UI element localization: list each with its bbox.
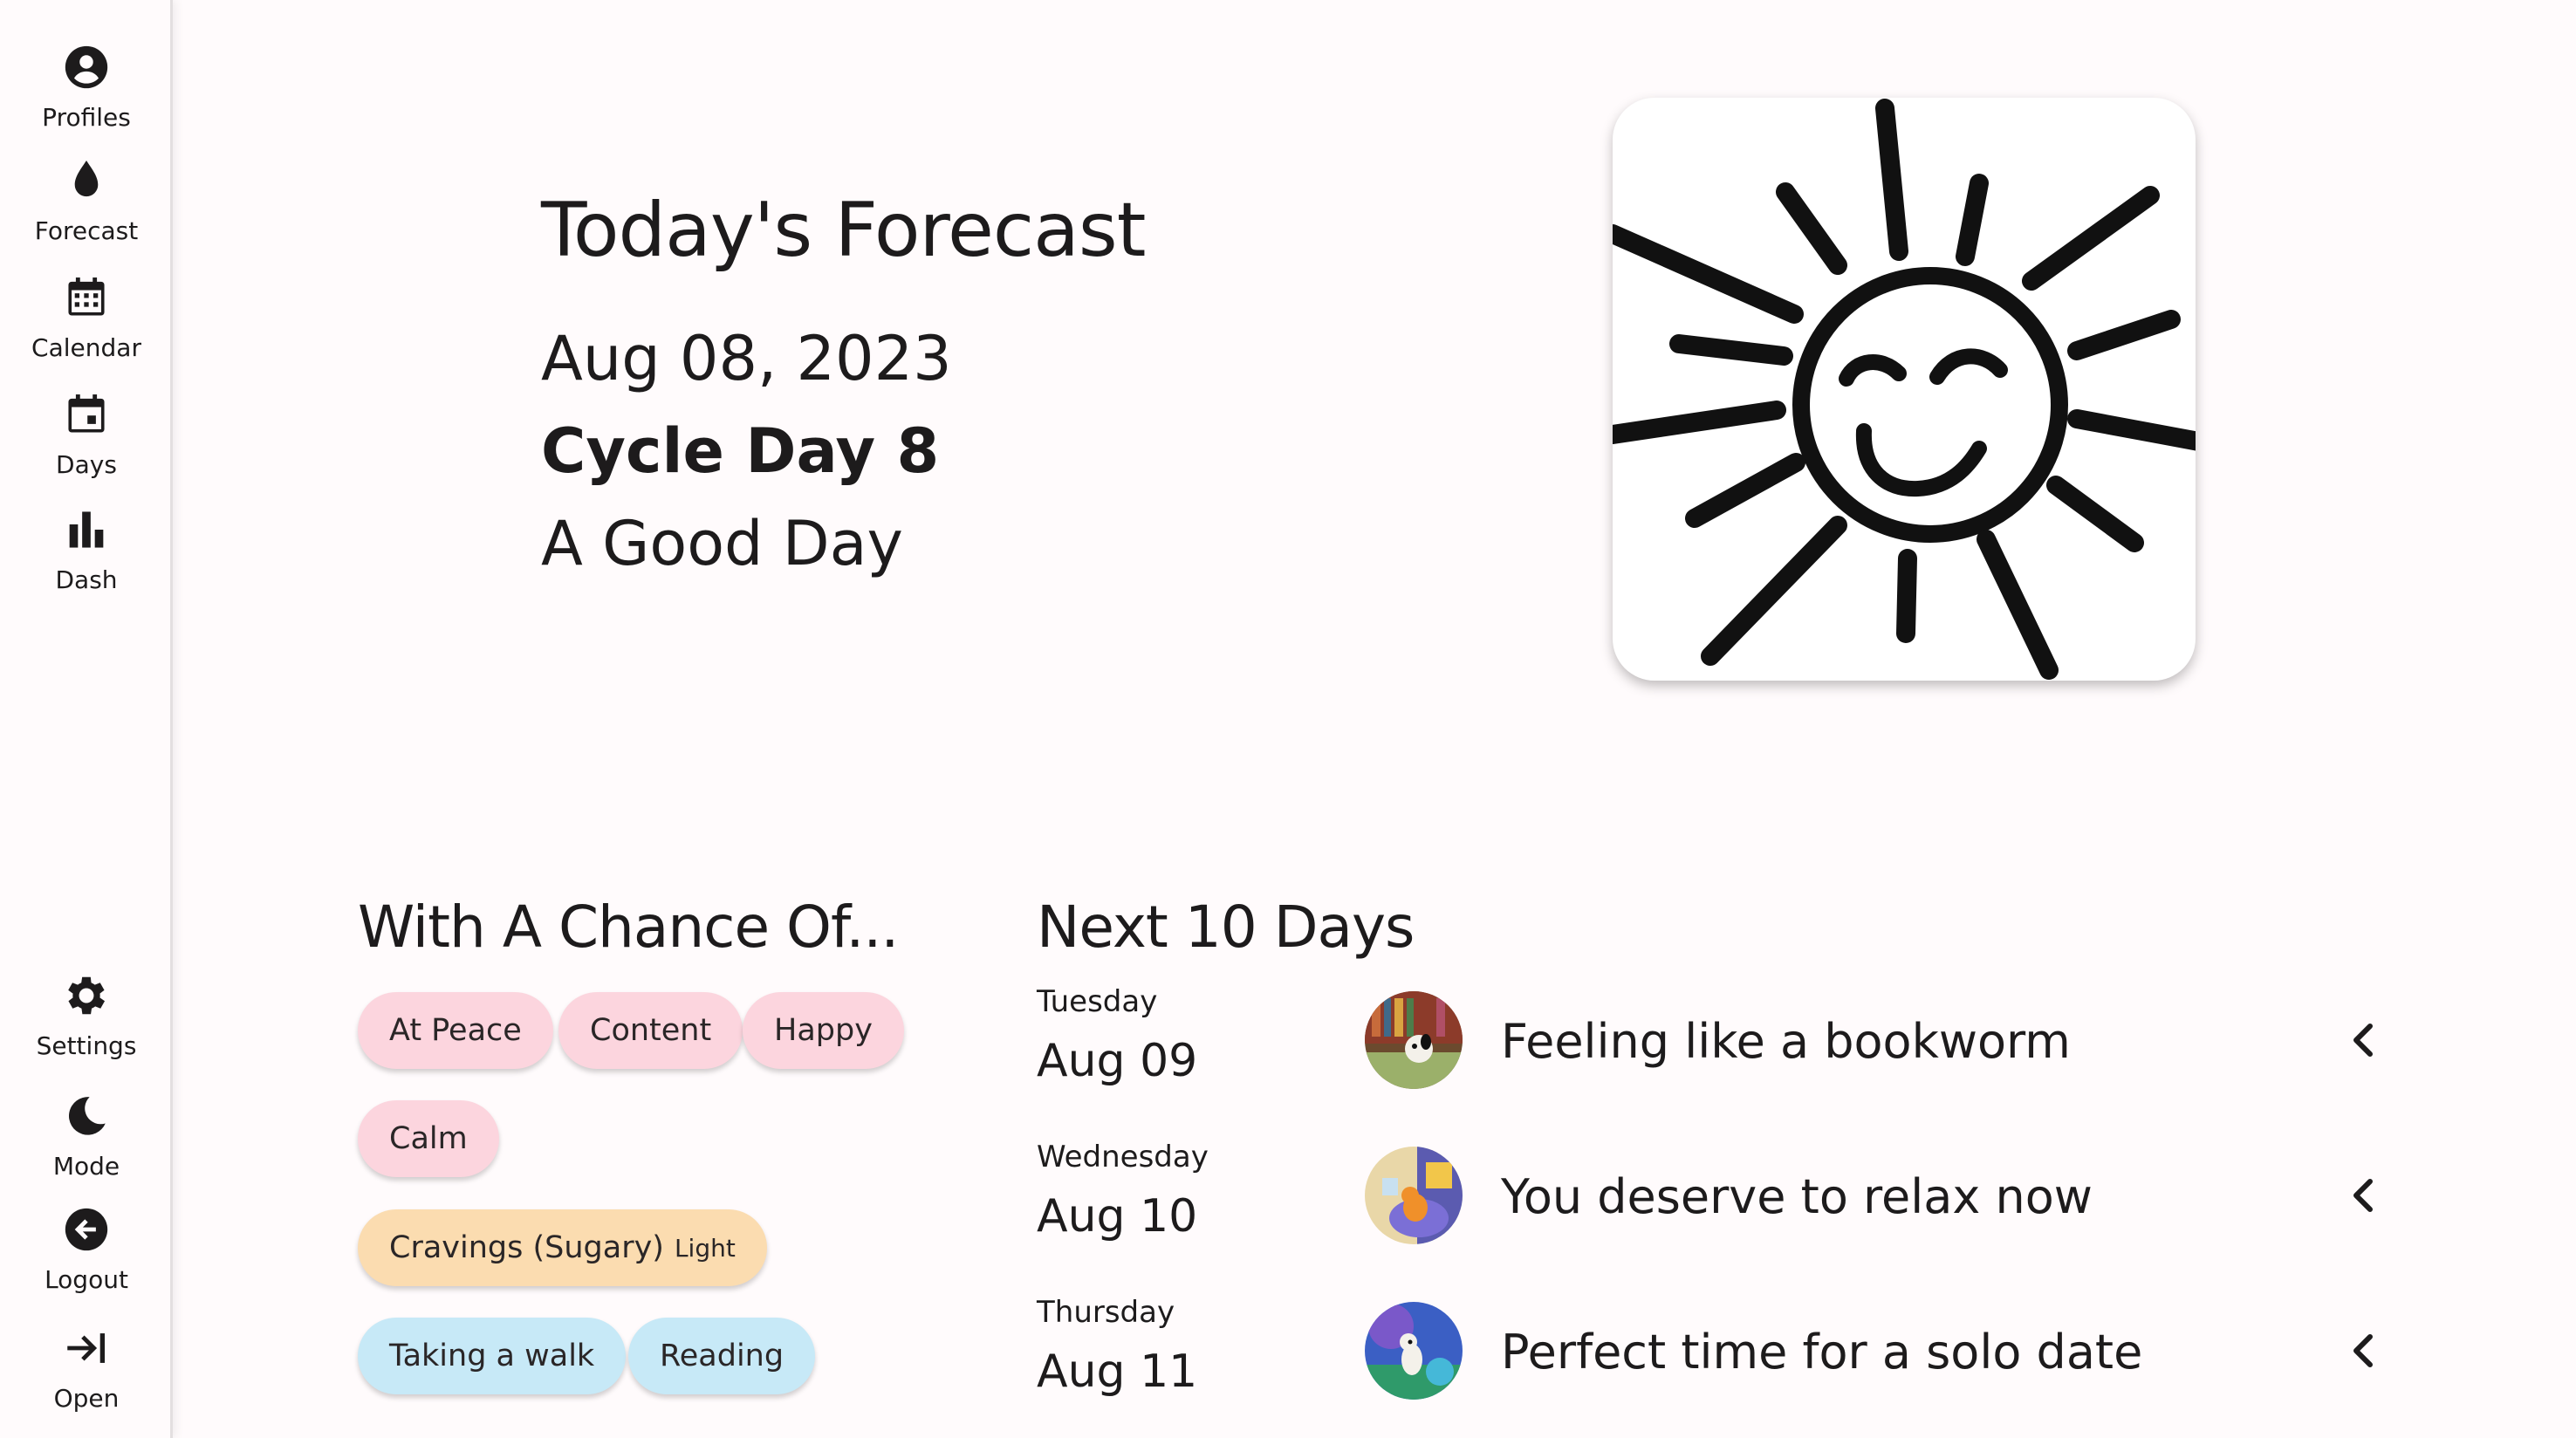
mood-chip[interactable]: Calm bbox=[358, 1100, 499, 1177]
calendar-day-icon bbox=[68, 394, 105, 433]
day-date: Aug 11 bbox=[1037, 1346, 1198, 1398]
day-message: Perfect time for a solo date bbox=[1501, 1325, 2143, 1380]
nav-label: Calendar bbox=[31, 333, 141, 362]
sidebar: Profiles Forecast Calendar Days Dash Set… bbox=[0, 0, 173, 1438]
day-message: You deserve to relax now bbox=[1501, 1169, 2093, 1224]
nav-label: Dash bbox=[55, 565, 118, 594]
nav-open[interactable]: Open bbox=[0, 1323, 173, 1413]
symptom-chip[interactable]: Cravings (Sugary) Light bbox=[358, 1209, 767, 1286]
nav-mode[interactable]: Mode bbox=[0, 1091, 173, 1181]
nav-label: Profiles bbox=[42, 103, 131, 132]
day-weekday: Wednesday bbox=[1037, 1140, 1209, 1174]
chevron-left-icon[interactable] bbox=[2347, 1332, 2379, 1370]
cycle-day: Cycle Day 8 bbox=[541, 415, 940, 487]
nav-settings[interactable]: Settings bbox=[0, 970, 173, 1060]
page-title: Today's Forecast bbox=[541, 187, 1146, 274]
nav-days[interactable]: Days bbox=[0, 389, 173, 479]
bar-chart-icon bbox=[69, 511, 104, 548]
open-arrow-icon bbox=[67, 1333, 106, 1363]
day-weekday: Tuesday bbox=[1037, 984, 1158, 1019]
day-type: A Good Day bbox=[541, 508, 903, 579]
calendar-icon bbox=[68, 277, 105, 316]
next-days-title: Next 10 Days bbox=[1037, 894, 1415, 961]
chance-title: With A Chance Of... bbox=[358, 894, 899, 961]
nav-label: Settings bbox=[36, 1031, 137, 1060]
forecast-image-card bbox=[1613, 98, 2196, 681]
chevron-left-icon[interactable] bbox=[2347, 1176, 2379, 1215]
nav-dash[interactable]: Dash bbox=[0, 504, 173, 594]
mood-chip[interactable]: Happy bbox=[743, 992, 904, 1069]
forecast-date: Aug 08, 2023 bbox=[541, 323, 952, 394]
moon-icon bbox=[68, 1097, 106, 1135]
nav-calendar[interactable]: Calendar bbox=[0, 272, 173, 362]
nav-logout[interactable]: Logout bbox=[0, 1204, 173, 1294]
drop-icon bbox=[74, 161, 99, 197]
activity-chip[interactable]: Taking a walk bbox=[358, 1318, 627, 1394]
symptom-level: Light bbox=[674, 1233, 736, 1263]
day-message: Feeling like a bookworm bbox=[1501, 1014, 2071, 1069]
relax-avatar bbox=[1365, 1147, 1463, 1244]
symptom-label: Cravings (Sugary) bbox=[389, 1230, 664, 1265]
nav-label: Logout bbox=[45, 1265, 128, 1294]
chevron-left-icon[interactable] bbox=[2347, 1021, 2379, 1059]
nav-profiles[interactable]: Profiles bbox=[0, 42, 173, 132]
nav-label: Open bbox=[53, 1384, 120, 1413]
nav-forecast[interactable]: Forecast bbox=[0, 155, 173, 245]
smiling-sun-icon bbox=[1613, 99, 2196, 680]
nav-label: Mode bbox=[52, 1152, 120, 1181]
day-date: Aug 09 bbox=[1037, 1035, 1198, 1087]
logout-arrow-icon bbox=[65, 1208, 108, 1251]
account-circle-icon bbox=[65, 45, 108, 89]
mood-chip[interactable]: At Peace bbox=[358, 992, 553, 1069]
nav-label: Forecast bbox=[34, 216, 139, 245]
mood-chip[interactable]: Content bbox=[558, 992, 743, 1069]
activity-chip[interactable]: Reading bbox=[628, 1318, 816, 1394]
solo-date-avatar bbox=[1365, 1302, 1463, 1400]
bookworm-avatar bbox=[1365, 991, 1463, 1089]
day-date: Aug 10 bbox=[1037, 1190, 1198, 1243]
gear-icon bbox=[68, 976, 106, 1015]
nav-label: Days bbox=[56, 450, 117, 479]
day-weekday: Thursday bbox=[1037, 1295, 1175, 1330]
